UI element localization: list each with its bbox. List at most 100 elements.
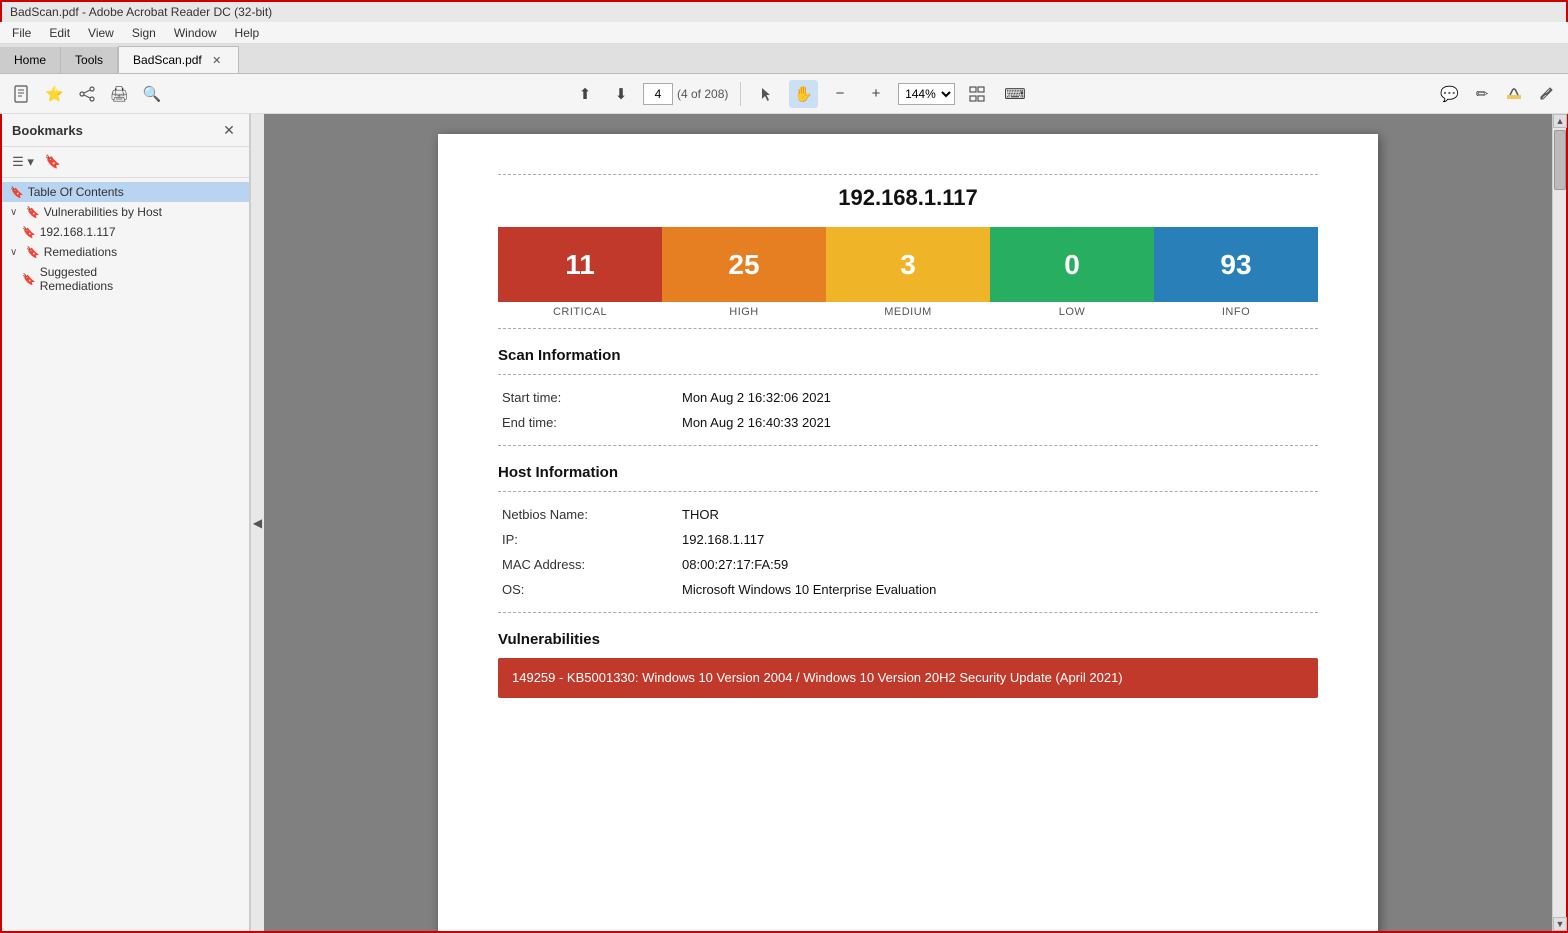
severity-low-box: 0	[990, 227, 1154, 302]
next-page-btn[interactable]: ⬇	[607, 80, 635, 108]
host-os-row: OS: Microsoft Windows 10 Enterprise Eval…	[498, 577, 1318, 602]
sidebar-close-btn[interactable]: ✕	[219, 120, 239, 140]
bookmark-toc-icon: 🔖	[10, 186, 24, 199]
pdf-area[interactable]: 192.168.1.117 11 CRITICAL 25 HIGH	[264, 114, 1552, 931]
bookmarks-tree: 🔖 Table Of Contents ∨ 🔖 Vulnerabilities …	[2, 178, 249, 931]
page-total: (4 of 208)	[677, 87, 728, 101]
before-vuln-dashed	[498, 612, 1318, 613]
scan-end-row: End time: Mon Aug 2 16:40:33 2021	[498, 410, 1318, 435]
vuln-heading: Vulnerabilities	[498, 631, 1318, 648]
menu-sign[interactable]: Sign	[124, 24, 164, 42]
menu-view[interactable]: View	[80, 24, 122, 42]
tab-badscan-label: BadScan.pdf	[133, 53, 202, 67]
zoom-out-btn[interactable]: −	[826, 80, 854, 108]
create-pdf-btn[interactable]	[8, 80, 36, 108]
bookmark-sug-label: Suggested Remediations	[40, 265, 113, 293]
bookmark-suggested[interactable]: 🔖 Suggested Remediations	[2, 262, 249, 296]
menu-help[interactable]: Help	[227, 24, 268, 42]
severity-low-label: LOW	[1059, 306, 1086, 318]
severity-critical-box: 11	[498, 227, 662, 302]
pdf-page: 192.168.1.117 11 CRITICAL 25 HIGH	[438, 134, 1378, 931]
page-number-input[interactable]	[643, 83, 673, 105]
print-btn[interactable]: 🖨	[105, 80, 134, 108]
zoom-in-btn[interactable]: +	[862, 80, 890, 108]
hand-tool-btn[interactable]: ✋	[789, 80, 818, 108]
before-host-dashed	[498, 445, 1318, 446]
bookmark-vuln-host[interactable]: ∨ 🔖 Vulnerabilities by Host	[2, 202, 249, 222]
severity-medium-count: 3	[900, 249, 916, 281]
right-scrollbar: ▲ ▼	[1552, 114, 1566, 931]
host-mac-row: MAC Address: 08:00:27:17:FA:59	[498, 552, 1318, 577]
page-nav: (4 of 208)	[643, 83, 728, 105]
scan-end-value: Mon Aug 2 16:40:33 2021	[678, 410, 1318, 435]
tab-tools[interactable]: Tools	[61, 47, 118, 73]
prev-page-btn[interactable]: ⬆	[571, 80, 599, 108]
tab-badscan[interactable]: BadScan.pdf ✕	[118, 46, 239, 73]
scan-end-label: End time:	[498, 410, 678, 435]
scan-start-row: Start time: Mon Aug 2 16:32:06 2021	[498, 385, 1318, 410]
comment-btn[interactable]: 💬	[1435, 80, 1464, 108]
bookmark-rem-icon: 🔖	[26, 246, 40, 259]
severity-high-label: HIGH	[729, 306, 759, 318]
bookmark-ip[interactable]: 🔖 192.168.1.117	[2, 222, 249, 242]
severity-info-count: 93	[1220, 249, 1251, 281]
scan-start-label: Start time:	[498, 385, 678, 410]
scroll-thumb[interactable]	[1554, 130, 1566, 190]
severity-low-count: 0	[1064, 249, 1080, 281]
host-ip-row: IP: 192.168.1.117	[498, 527, 1318, 552]
sidebar-menu-btn[interactable]: ☰ ▾	[10, 151, 36, 173]
host-info-table: Netbios Name: THOR IP: 192.168.1.117 MAC…	[498, 502, 1318, 602]
severity-medium-box: 3	[826, 227, 990, 302]
search-btn[interactable]: 🔍	[138, 80, 167, 108]
ip-title: 192.168.1.117	[498, 185, 1318, 211]
severity-low: 0 LOW	[990, 227, 1154, 318]
bookmark-remediations[interactable]: ∨ 🔖 Remediations	[2, 242, 249, 262]
toolbar-right: 💬 ✏	[1435, 80, 1560, 108]
tab-close-icon[interactable]: ✕	[210, 53, 224, 67]
host-info-dashed	[498, 491, 1318, 492]
bookmark-vuln-expand[interactable]: ∨	[10, 207, 22, 218]
toolbar: ⭐ 🖨 🔍 ⬆ ⬇ (4 of 208) ✋ − + 144% 100% 75%…	[0, 74, 1568, 114]
menu-file[interactable]: File	[4, 24, 39, 42]
keyboard-btn[interactable]: ⌨	[999, 80, 1031, 108]
cursor-tool-btn[interactable]	[753, 80, 781, 108]
host-netbios-value: THOR	[678, 502, 1318, 527]
pencil-btn[interactable]: ✏	[1468, 80, 1496, 108]
menu-window[interactable]: Window	[166, 24, 225, 42]
tab-home[interactable]: Home	[0, 47, 61, 73]
severity-info-label: INFO	[1222, 306, 1250, 318]
bookmark-btn[interactable]: ⭐	[40, 80, 69, 108]
fill-sign-btn[interactable]	[1532, 80, 1560, 108]
scroll-down-btn[interactable]: ▼	[1553, 917, 1567, 931]
vuln-item-149259: 149259 - KB5001330: Windows 10 Version 2…	[498, 658, 1318, 698]
sidebar-title: Bookmarks	[12, 123, 83, 138]
severity-medium: 3 MEDIUM	[826, 227, 990, 318]
menu-edit[interactable]: Edit	[41, 24, 78, 42]
host-ip-value: 192.168.1.117	[678, 527, 1318, 552]
toolbar-center: ⬆ ⬇ (4 of 208) ✋ − + 144% 100% 75% 50% 2…	[170, 80, 1431, 108]
fit-page-btn[interactable]	[963, 80, 991, 108]
scroll-track[interactable]	[1553, 128, 1566, 917]
sidebar-bookmark-btn[interactable]: 🔖	[40, 151, 66, 173]
bookmark-rem-expand[interactable]: ∨	[10, 247, 22, 258]
severity-bar: 11 CRITICAL 25 HIGH 3 MEDIUM	[498, 227, 1318, 318]
highlight-btn[interactable]	[1500, 80, 1528, 108]
after-severity-dashed	[498, 328, 1318, 329]
severity-critical: 11 CRITICAL	[498, 227, 662, 318]
bookmark-toc[interactable]: 🔖 Table Of Contents	[2, 182, 249, 202]
sidebar-collapse-handle[interactable]: ◀	[250, 114, 264, 931]
menu-bar: File Edit View Sign Window Help	[0, 22, 1568, 44]
share-btn[interactable]	[73, 80, 101, 108]
zoom-select[interactable]: 144% 100% 75% 50% 200%	[898, 83, 955, 105]
tab-home-label: Home	[14, 53, 46, 67]
scroll-up-btn[interactable]: ▲	[1553, 114, 1567, 128]
host-mac-value: 08:00:27:17:FA:59	[678, 552, 1318, 577]
bookmark-toc-label: Table Of Contents	[28, 185, 124, 199]
bookmark-vuln-icon: 🔖	[26, 206, 40, 219]
severity-info: 93 INFO	[1154, 227, 1318, 318]
top-dashed-line	[498, 174, 1318, 175]
severity-critical-label: CRITICAL	[553, 306, 607, 318]
severity-critical-count: 11	[565, 249, 595, 281]
severity-high-count: 25	[728, 249, 759, 281]
bookmark-vuln-label: Vulnerabilities by Host	[44, 205, 162, 219]
